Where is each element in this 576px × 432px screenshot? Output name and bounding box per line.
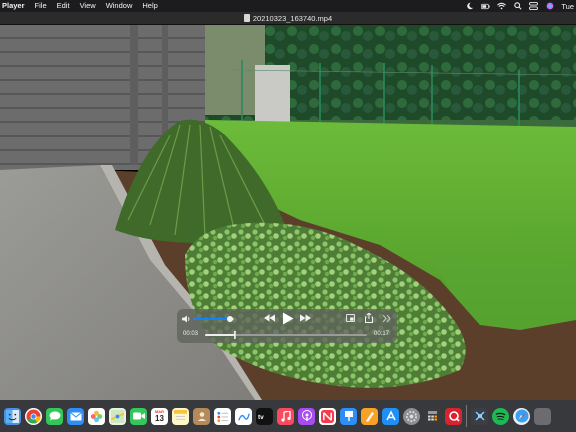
keynote-icon[interactable] (340, 407, 357, 425)
menu-view[interactable]: View (75, 0, 101, 12)
music-icon[interactable] (277, 407, 294, 425)
chrome-icon[interactable] (25, 407, 42, 425)
menu-bar: Player File Edit View Window Help Tue (0, 0, 576, 12)
tool-icon[interactable] (471, 407, 488, 425)
finder-icon[interactable] (4, 407, 21, 425)
menu-help[interactable]: Help (137, 0, 162, 12)
news-icon[interactable] (319, 407, 336, 425)
window-title: 20210323_163740.mp4 (252, 13, 333, 23)
video-scene-image (0, 25, 576, 400)
calendar-icon[interactable]: MAR 13 (151, 407, 168, 425)
search-icon[interactable] (513, 2, 522, 10)
play-button[interactable] (281, 311, 295, 325)
playback-controls: 00:03 00:17 (177, 309, 397, 343)
pages-icon[interactable] (361, 407, 378, 425)
menu-edit[interactable]: Edit (52, 0, 75, 12)
quicktime-icon[interactable] (445, 407, 462, 425)
dock: MAR 13 tv (0, 400, 576, 432)
appstore-icon[interactable] (382, 407, 399, 425)
spotify-icon[interactable] (492, 407, 509, 425)
picture-in-picture-icon[interactable] (345, 313, 355, 323)
moon-icon[interactable] (465, 2, 474, 10)
calendar-day: 13 (155, 414, 164, 423)
freeform-icon[interactable] (235, 407, 252, 425)
podcasts-icon[interactable] (298, 407, 315, 425)
scrubber-track (205, 331, 367, 339)
reminders-icon[interactable] (214, 407, 231, 425)
menu-window[interactable]: Window (101, 0, 138, 12)
volume-slider-track (194, 315, 234, 322)
document-icon (243, 14, 250, 22)
duration: 00:17 (374, 331, 390, 337)
appletv-icon[interactable]: tv (256, 407, 273, 425)
volume-icon[interactable] (182, 314, 191, 323)
current-time: 00:03 (183, 331, 199, 337)
scrubber[interactable] (205, 331, 367, 339)
notes-icon[interactable] (172, 407, 189, 425)
mail-icon[interactable] (67, 407, 84, 425)
volume-slider[interactable] (194, 315, 234, 322)
safari-icon[interactable] (513, 407, 530, 425)
menu-file[interactable]: File (30, 0, 52, 12)
contacts-icon[interactable] (193, 407, 210, 425)
facetime-icon[interactable] (130, 407, 147, 425)
menu-app-name[interactable]: Player (0, 0, 30, 12)
window-title-bar: 20210323_163740.mp4 (0, 12, 576, 25)
video-frame[interactable] (0, 25, 576, 400)
svg-text:tv: tv (258, 414, 264, 420)
settings-icon[interactable] (403, 407, 420, 425)
calculator-icon[interactable] (424, 407, 441, 425)
rewind-button[interactable] (263, 313, 275, 323)
messages-icon[interactable] (46, 407, 63, 425)
photos-icon[interactable] (88, 407, 105, 425)
dock-separator (466, 405, 467, 427)
fast-forward-button[interactable] (299, 313, 311, 323)
siri-icon[interactable] (545, 2, 554, 10)
maps-icon[interactable] (109, 407, 126, 425)
share-icon[interactable] (364, 312, 374, 323)
more-icon[interactable] (382, 313, 392, 323)
menu-clock[interactable]: Tue (561, 2, 574, 11)
control-center-icon[interactable] (529, 2, 539, 10)
battery-icon[interactable] (481, 2, 491, 10)
other-icon[interactable] (534, 407, 551, 425)
wifi-icon[interactable] (497, 2, 507, 10)
